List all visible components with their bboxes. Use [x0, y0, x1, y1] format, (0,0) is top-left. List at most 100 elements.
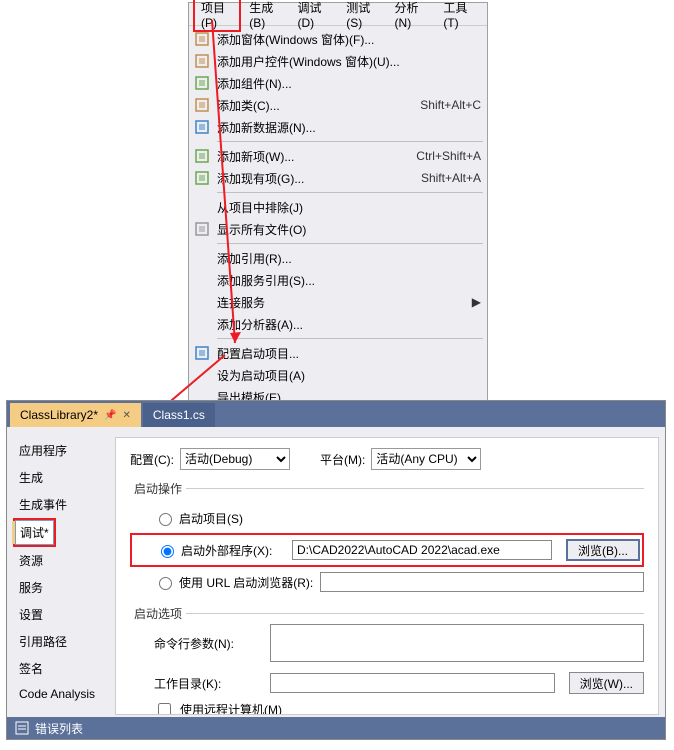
datasource-icon	[193, 118, 211, 136]
args-input[interactable]	[270, 624, 644, 662]
workdir-input[interactable]	[270, 673, 555, 693]
menu-item-label: 添加用户控件(Windows 窗体)(U)...	[217, 53, 481, 70]
sidebar-item[interactable]: Code Analysis	[13, 682, 115, 706]
menu-test[interactable]: 测试(S)	[338, 0, 386, 32]
blank-icon	[193, 315, 211, 333]
workdir-label: 工作目录(K):	[154, 675, 221, 692]
sidebar-item[interactable]: 应用程序	[13, 437, 115, 464]
blank-icon	[193, 249, 211, 267]
menu-item-label: 添加服务引用(S)...	[217, 272, 481, 289]
tab-label: ClassLibrary2*	[20, 408, 98, 422]
sidebar-item[interactable]: 引用路径	[13, 628, 115, 655]
blank-icon	[193, 293, 211, 311]
menu-build[interactable]: 生成(B)	[241, 0, 289, 32]
window-icon	[193, 30, 211, 48]
menu-item[interactable]: 添加服务引用(S)...	[189, 269, 487, 291]
sidebar-item-debug-highlight: 调试*	[13, 518, 56, 547]
menu-item[interactable]: 添加引用(R)...	[189, 247, 487, 269]
menu-separator	[217, 338, 483, 339]
external-program-path[interactable]	[292, 540, 552, 560]
menu-item[interactable]: 添加新数据源(N)...	[189, 116, 487, 138]
menu-item[interactable]: 添加新项(W)...Ctrl+Shift+A	[189, 145, 487, 167]
class-icon	[193, 96, 211, 114]
menu-tools[interactable]: 工具(T)	[435, 0, 483, 32]
args-label: 命令行参数(N):	[154, 635, 234, 652]
menu-item[interactable]: 从项目中排除(J)	[189, 196, 487, 218]
radio-start-project[interactable]	[159, 513, 172, 526]
menu-item-label: 添加分析器(A)...	[217, 316, 481, 333]
menu-item[interactable]: 添加现有项(G)...Shift+Alt+A	[189, 167, 487, 189]
showall-icon	[193, 220, 211, 238]
tab-class1[interactable]: Class1.cs	[143, 403, 215, 427]
menu-analyze[interactable]: 分析(N)	[387, 0, 436, 32]
component-icon	[193, 74, 211, 92]
close-icon[interactable]: ✕	[122, 410, 130, 421]
menu-item-label: 显示所有文件(O)	[217, 221, 481, 238]
sidebar-item[interactable]: 签名	[13, 655, 115, 682]
radio-external-program[interactable]	[161, 545, 174, 558]
tab-label: Class1.cs	[153, 408, 205, 422]
sidebar-item[interactable]: 生成事件	[13, 491, 115, 518]
menu-item[interactable]: 添加组件(N)...	[189, 72, 487, 94]
pin-icon[interactable]: 📌	[104, 410, 116, 421]
start-action-group: 启动操作 启动项目(S) 启动外部程序(X): 浏览(B)... 使用 URL …	[130, 480, 644, 595]
radio-url-browser[interactable]	[159, 577, 172, 590]
sidebar-item[interactable]: 设置	[13, 601, 115, 628]
menu-item-label: 从项目中排除(J)	[217, 199, 481, 216]
menu-item-shortcut: Shift+Alt+C	[420, 98, 481, 112]
start-options-group: 启动选项 命令行参数(N): 工作目录(K): 浏览(W)... 使用远程计算机…	[130, 605, 644, 715]
debug-page: 配置(C): 活动(Debug) 平台(M): 活动(Any CPU) 启动操作…	[115, 437, 659, 715]
start-options-legend: 启动选项	[130, 605, 186, 622]
sidebar-item[interactable]: 资源	[13, 547, 115, 574]
sidebar-item[interactable]: 生成	[13, 464, 115, 491]
usercontrol-icon	[193, 52, 211, 70]
browse-workdir-button[interactable]: 浏览(W)...	[569, 672, 644, 694]
menu-item-label: 添加类(C)...	[217, 97, 408, 114]
config-select[interactable]: 活动(Debug)	[180, 448, 290, 470]
menu-block: 项目(P) 生成(B) 调试(D) 测试(S) 分析(N) 工具(T) 添加窗体…	[188, 2, 488, 465]
blank-icon	[193, 366, 211, 384]
menu-item[interactable]: 添加窗体(Windows 窗体)(F)...	[189, 28, 487, 50]
menu-item[interactable]: 显示所有文件(O)	[189, 218, 487, 240]
platform-select[interactable]: 活动(Any CPU)	[371, 448, 481, 470]
sidebar-item-debug[interactable]: 调试*	[15, 520, 54, 545]
blank-icon	[193, 198, 211, 216]
start-action-legend: 启动操作	[130, 480, 186, 497]
menu-item-label: 添加新数据源(N)...	[217, 119, 481, 136]
blank-icon	[193, 271, 211, 289]
submenu-arrow-icon: ▶	[472, 295, 481, 309]
menu-item-label: 添加窗体(Windows 窗体)(F)...	[217, 31, 481, 48]
project-dropdown: 添加窗体(Windows 窗体)(F)... 添加用户控件(Windows 窗体)…	[189, 25, 487, 464]
menu-item[interactable]: 添加分析器(A)...	[189, 313, 487, 335]
document-tabbar: ClassLibrary2* 📌 ✕ Class1.cs	[7, 401, 665, 427]
menu-separator	[217, 192, 483, 193]
menu-separator	[217, 141, 483, 142]
menu-item[interactable]: 连接服务▶	[189, 291, 487, 313]
newitem-icon	[193, 147, 211, 165]
menu-separator	[217, 243, 483, 244]
menu-item[interactable]: 配置启动项目...	[189, 342, 487, 364]
menu-debug[interactable]: 调试(D)	[290, 0, 339, 32]
menu-item-label: 添加现有项(G)...	[217, 170, 409, 187]
properties-panel: ClassLibrary2* 📌 ✕ Class1.cs 应用程序生成生成事件调…	[6, 400, 666, 740]
menu-item[interactable]: 添加用户控件(Windows 窗体)(U)...	[189, 50, 487, 72]
menu-item-shortcut: Ctrl+Shift+A	[416, 149, 481, 163]
menu-item-label: 设为启动项目(A)	[217, 367, 481, 384]
platform-label: 平台(M):	[320, 451, 365, 468]
menu-item-label: 添加组件(N)...	[217, 75, 481, 92]
error-list-icon	[15, 721, 29, 735]
property-sidebar: 应用程序生成生成事件调试*资源服务设置引用路径签名Code Analysis	[7, 427, 115, 715]
menubar: 项目(P) 生成(B) 调试(D) 测试(S) 分析(N) 工具(T)	[189, 3, 487, 25]
menu-project[interactable]: 项目(P)	[193, 0, 241, 32]
remote-label: 使用远程计算机(M)	[180, 701, 282, 716]
browse-button[interactable]: 浏览(B)...	[566, 539, 640, 561]
sidebar-item[interactable]: 服务	[13, 574, 115, 601]
url-input[interactable]	[320, 572, 644, 592]
tab-classlibrary2[interactable]: ClassLibrary2* 📌 ✕	[10, 403, 141, 427]
menu-item-label: 配置启动项目...	[217, 345, 481, 362]
menu-item[interactable]: 添加类(C)... Shift+Alt+C	[189, 94, 487, 116]
menu-item[interactable]: 设为启动项目(A)	[189, 364, 487, 386]
highlight-external-program: 启动外部程序(X): 浏览(B)...	[130, 533, 644, 567]
existitem-icon	[193, 169, 211, 187]
remote-checkbox[interactable]	[158, 703, 171, 716]
